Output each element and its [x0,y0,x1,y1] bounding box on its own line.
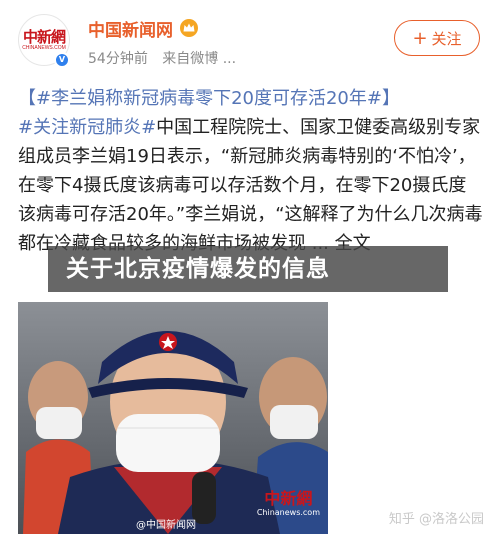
post-header: 中新網 CHINANEWS.COM V 中国新闻网 54分钟前 来自微博 ...… [0,0,500,80]
topic-tag[interactable]: #关注新冠肺炎# [18,117,156,138]
account-name-row: 中国新闻网 [88,14,199,42]
zhihu-watermark: 知乎 @洛洛公园 [388,512,484,527]
account-name[interactable]: 中国新闻网 [88,16,173,41]
photo-logo-watermark: 中新網 Chinanews.com [256,489,320,520]
crown-icon [180,19,198,37]
post-time: 54分钟前 [88,51,148,67]
post-text: 【#李兰娟称新冠病毒零下20度可存活20年#】 #关注新冠肺炎#中国工程院院士、… [18,84,484,258]
topic-title[interactable]: 【#李兰娟称新冠病毒零下20度可存活20年#】 [18,84,484,113]
follow-button[interactable]: + 关注 [394,20,480,56]
verified-badge-icon: V [54,52,70,68]
avatar-logo-subtext: CHINANEWS.COM [22,45,66,51]
avatar-logo-text: 中新網 [22,28,66,46]
post-photo[interactable]: @中国新闻网 中新網 Chinanews.com [18,302,328,534]
plus-icon: + [412,27,428,49]
photo-logo-subtext: Chinanews.com [256,508,320,517]
photo-logo-text: 中新網 [264,489,313,508]
photo-weibo-watermark: @中国新闻网 [136,520,196,531]
post-meta: 54分钟前 来自微博 ... [88,48,246,68]
post-source: 来自微博 ... [162,51,237,67]
follow-label: 关注 [431,29,462,48]
title-banner: 关于北京疫情爆发的信息 [48,246,448,292]
